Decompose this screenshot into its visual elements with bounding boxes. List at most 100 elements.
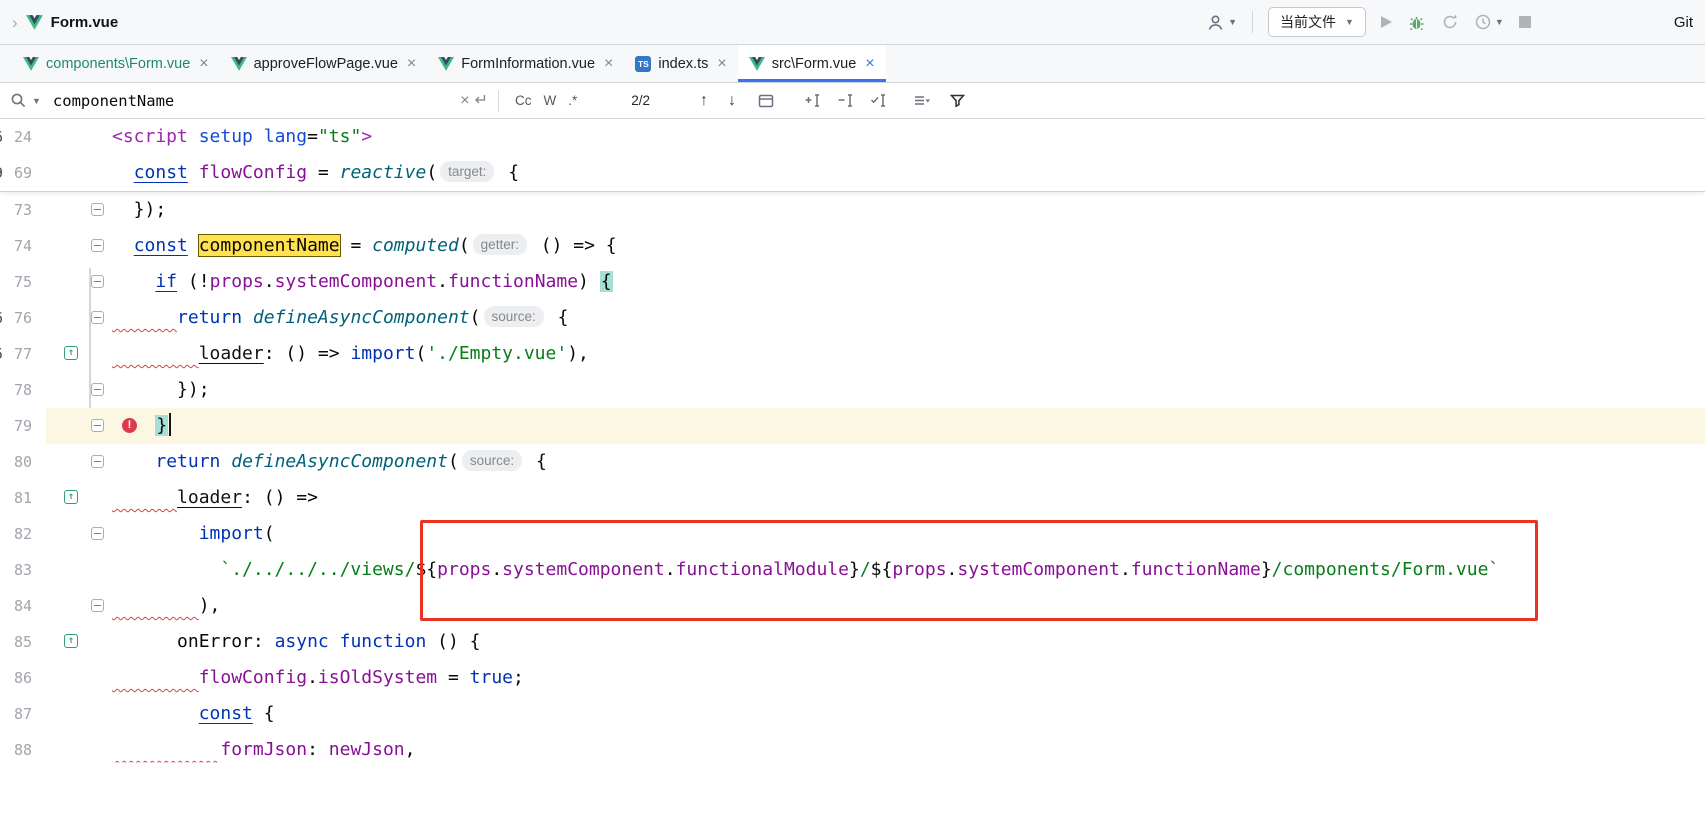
fold-icon[interactable]: [91, 203, 104, 216]
divider: [498, 90, 499, 112]
git-menu[interactable]: Git: [1674, 14, 1693, 31]
line-number[interactable]: 83: [0, 552, 46, 588]
fold-icon[interactable]: [91, 527, 104, 540]
code-text[interactable]: <script setup lang="ts">: [112, 119, 1705, 155]
regex-toggle[interactable]: .*: [562, 91, 583, 110]
line-number[interactable]: 73: [0, 192, 46, 228]
code-text[interactable]: loader: () => import('./Empty.vue'),: [112, 336, 1705, 372]
add-occurrence-button[interactable]: [804, 92, 821, 109]
code-text[interactable]: if (!props.systemComponent.functionName)…: [112, 264, 1705, 300]
code-text[interactable]: loader: () =>: [112, 480, 1705, 516]
code-token: functionName: [448, 271, 578, 292]
close-tab-icon[interactable]: ×: [865, 55, 874, 73]
line-number[interactable]: 69: [0, 155, 46, 191]
close-tab-icon[interactable]: ×: [604, 55, 613, 73]
fold-icon[interactable]: [91, 311, 104, 324]
code-text[interactable]: import(: [112, 516, 1705, 552]
gutter-arrow-icon[interactable]: ↑: [64, 490, 78, 504]
gutter-arrow-icon[interactable]: ↑: [64, 346, 78, 360]
line-number[interactable]: 74: [0, 228, 46, 264]
fold-icon[interactable]: [91, 455, 104, 468]
line-number[interactable]: 87: [0, 696, 46, 732]
code-token: import: [199, 523, 264, 544]
fold-icon[interactable]: [91, 239, 104, 252]
code-text[interactable]: });: [112, 192, 1705, 228]
line-number[interactable]: 88: [0, 732, 46, 768]
line-number[interactable]: 78: [0, 372, 46, 408]
match-case-toggle[interactable]: Cc: [509, 91, 538, 110]
close-tab-icon[interactable]: ×: [407, 55, 416, 73]
gutter-arrow-icon[interactable]: ↑: [64, 634, 78, 648]
editor-tab[interactable]: approveFlowPage.vue×: [220, 45, 428, 82]
code-text[interactable]: }: [112, 408, 1705, 444]
line-number[interactable]: 79: [0, 408, 46, 444]
line-number[interactable]: 84: [0, 588, 46, 624]
view-options-button[interactable]: [913, 92, 931, 109]
code-text[interactable]: onError: async function () {: [112, 624, 1705, 660]
parameter-hint: source:: [462, 450, 522, 471]
open-in-find-window-button[interactable]: [758, 93, 774, 109]
search-input[interactable]: ▼ componentName × ↵: [10, 92, 488, 110]
line-number[interactable]: 77: [0, 336, 46, 372]
code-text[interactable]: const componentName = computed(getter: (…: [112, 228, 1705, 264]
gutter: [46, 444, 112, 480]
filter-search-results-button[interactable]: [949, 92, 966, 109]
search-history-chevron-icon[interactable]: ▼: [32, 96, 41, 106]
code-text[interactable]: `./../../../views/${props.systemComponen…: [112, 552, 1705, 588]
editor-tab[interactable]: FormInformation.vue×: [427, 45, 624, 82]
remove-occurrence-button[interactable]: [837, 92, 854, 109]
line-number[interactable]: 24: [0, 119, 46, 155]
editor-area: 624<script setup lang="ts">969 const flo…: [0, 119, 1705, 768]
debug-button[interactable]: [1407, 13, 1426, 32]
code-text[interactable]: return defineAsyncComponent(source: {: [112, 300, 1705, 336]
code-text[interactable]: return defineAsyncComponent(source: {: [112, 444, 1705, 480]
next-occurrence-button[interactable]: ↓: [728, 93, 736, 109]
code-token: ${: [871, 559, 893, 580]
line-number[interactable]: 81: [0, 480, 46, 516]
code-text[interactable]: });: [112, 372, 1705, 408]
newline-icon[interactable]: ↵: [475, 93, 488, 109]
code-token: {: [497, 162, 519, 183]
code-token: (: [459, 235, 470, 256]
close-tab-icon[interactable]: ×: [717, 55, 726, 73]
run-configuration-select[interactable]: 当前文件 ▼: [1268, 7, 1366, 37]
close-tab-icon[interactable]: ×: [199, 55, 208, 73]
code-text[interactable]: const flowConfig = reactive(target: {: [112, 155, 1705, 191]
fold-icon[interactable]: [91, 383, 104, 396]
code-text[interactable]: flowConfig.isOldSystem = true;: [112, 660, 1705, 696]
code-text[interactable]: formJson: newJson,: [112, 732, 1705, 768]
error-icon[interactable]: !: [122, 418, 137, 433]
fold-icon[interactable]: [91, 419, 104, 432]
previous-occurrence-button[interactable]: ↑: [700, 93, 708, 109]
line-number[interactable]: 80: [0, 444, 46, 480]
code-line: 82 import(: [0, 516, 1705, 552]
code-token: [112, 271, 155, 292]
fold-icon[interactable]: [91, 599, 104, 612]
user-menu-button[interactable]: ▼: [1206, 13, 1237, 32]
editor-tab[interactable]: src\Form.vue×: [738, 45, 886, 82]
code-token: [253, 126, 264, 147]
words-toggle[interactable]: W: [538, 91, 563, 110]
line-number[interactable]: 75: [0, 264, 46, 300]
clear-search-icon[interactable]: ×: [460, 93, 469, 109]
code-token: props: [210, 271, 264, 292]
line-number[interactable]: 86: [0, 660, 46, 696]
code-token: =: [307, 162, 340, 183]
line-number[interactable]: 85: [0, 624, 46, 660]
line-number[interactable]: 76: [0, 300, 46, 336]
fold-icon[interactable]: [91, 275, 104, 288]
editor-tab[interactable]: components\Form.vue×: [12, 45, 220, 82]
select-all-occurrences-button[interactable]: [870, 92, 887, 109]
code-token: .: [665, 559, 676, 580]
gutter: [46, 408, 112, 444]
rerun-coverage-button[interactable]: [1441, 13, 1459, 31]
run-button[interactable]: [1381, 16, 1392, 28]
stop-button[interactable]: [1519, 16, 1531, 28]
vue-file-icon: [23, 57, 39, 71]
code-line: 84 ),: [0, 588, 1705, 624]
editor-tab[interactable]: TSindex.ts×: [624, 45, 737, 82]
code-text[interactable]: const {: [112, 696, 1705, 732]
profiler-button[interactable]: ▼: [1474, 13, 1504, 31]
line-number[interactable]: 82: [0, 516, 46, 552]
code-text[interactable]: ),: [112, 588, 1705, 624]
